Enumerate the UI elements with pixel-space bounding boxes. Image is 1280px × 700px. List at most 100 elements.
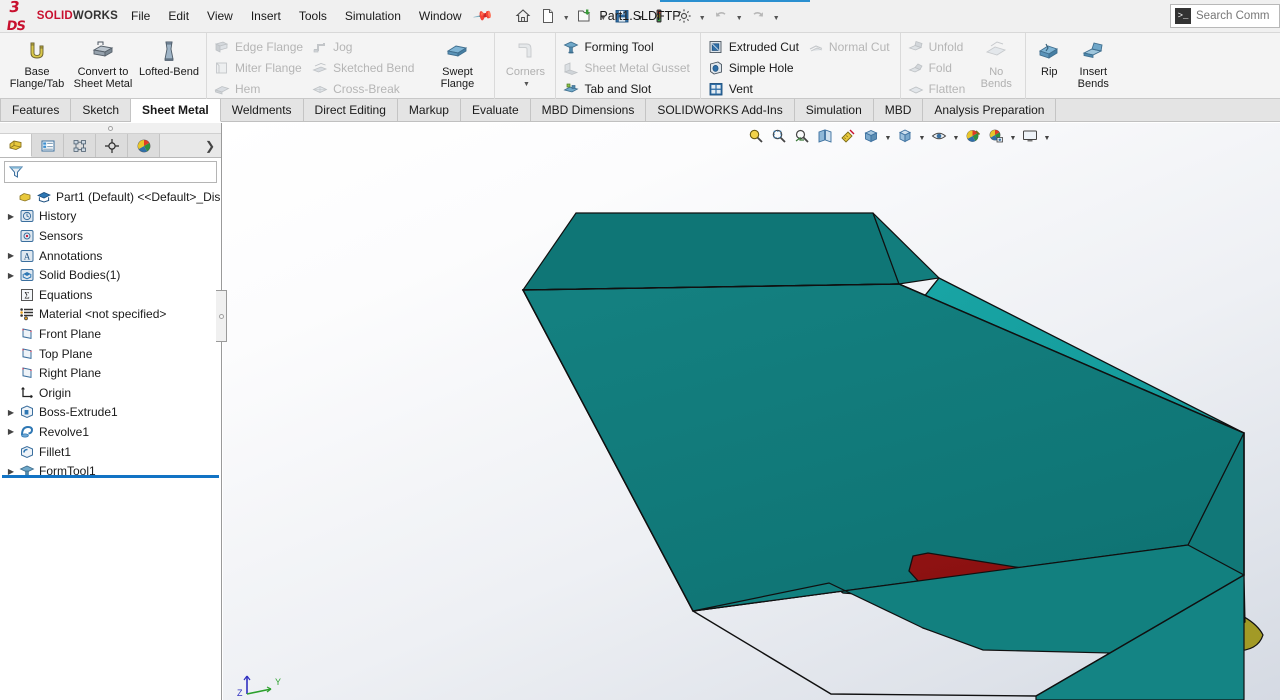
redo-button[interactable] [746,4,770,28]
lofted-bend-button[interactable]: Lofted-Bend [136,36,202,78]
edge-flange-button[interactable]: Edge Flange [211,36,309,57]
tab-analysis-preparation[interactable]: Analysis Preparation [923,99,1057,121]
panel-splitter-handle[interactable] [216,290,227,342]
view-orientation-dropdown[interactable]: ▼ [883,125,893,147]
tab-weldments[interactable]: Weldments [220,99,304,121]
vent-button[interactable]: Vent [705,78,805,99]
tree-item-history[interactable]: ▶ History [2,207,221,227]
zoom-to-fit-button[interactable] [745,125,767,147]
flatten-button[interactable]: Flatten [905,78,972,99]
base-flange-tab-button[interactable]: Base Flange/Tab [4,36,70,90]
tab-markup[interactable]: Markup [397,99,461,121]
tab-simulation[interactable]: Simulation [794,99,874,121]
extruded-cut-button[interactable]: Extruded Cut [705,36,805,57]
rebuild-button[interactable] [647,4,671,28]
pushpin-icon[interactable]: 📌 [471,5,494,27]
tree-item-equations[interactable]: Σ Equations [2,285,221,305]
hide-show-items-dropdown[interactable]: ▼ [951,125,961,147]
tab-and-slot-button[interactable]: Tab and Slot [560,78,695,99]
insert-bends-button[interactable]: Insert Bends [1068,36,1118,90]
tab-sketch[interactable]: Sketch [71,99,132,121]
twist-collapsed-icon[interactable]: ▶ [4,251,18,260]
tab-mbd-dimensions[interactable]: MBD Dimensions [530,99,647,121]
tree-filter-input[interactable] [24,164,216,180]
miter-flange-button[interactable]: Miter Flange [211,57,309,78]
rip-button[interactable]: Rip [1030,36,1068,78]
convert-to-sheet-metal-button[interactable]: Convert to Sheet Metal [70,36,136,90]
tree-item-top-plane[interactable]: Top Plane [2,344,221,364]
panel-expand-chevron[interactable]: ❯ [205,134,215,158]
save-button[interactable] [610,4,634,28]
hide-show-items-button[interactable] [928,125,950,147]
undo-button[interactable] [709,4,733,28]
sheet-metal-model[interactable]: Z Y [223,123,1280,700]
menu-view[interactable]: View [198,4,242,28]
menu-tools[interactable]: Tools [290,4,336,28]
apply-scene-dropdown[interactable]: ▼ [1008,125,1018,147]
dimxpert-manager-tab[interactable] [96,134,128,157]
twist-collapsed-icon[interactable]: ▶ [4,408,18,417]
tree-item-right-plane[interactable]: Right Plane [2,363,221,383]
jog-button[interactable]: Jog [309,36,420,57]
menu-edit[interactable]: Edit [159,4,198,28]
measure-button[interactable] [837,125,859,147]
menu-simulation[interactable]: Simulation [336,4,410,28]
redo-dropdown[interactable]: ▼ [771,4,782,28]
feature-tree-tab[interactable] [0,134,32,157]
swept-flange-button[interactable]: Swept Flange [424,36,490,90]
tree-filter-bar[interactable] [4,161,217,183]
tab-evaluate[interactable]: Evaluate [460,99,531,121]
apply-scene-button[interactable] [985,125,1007,147]
menu-insert[interactable]: Insert [242,4,290,28]
no-bends-button[interactable]: No Bends [971,36,1021,90]
menu-window[interactable]: Window [410,4,471,28]
tab-mbd[interactable]: MBD [873,99,924,121]
tree-item-boss-extrude1[interactable]: ▶ Boss-Extrude1 [2,403,221,423]
tree-item-solid-bodies[interactable]: ▶ Solid Bodies(1) [2,265,221,285]
tree-item-front-plane[interactable]: Front Plane [2,324,221,344]
options-button[interactable] [672,4,696,28]
tab-features[interactable]: Features [0,99,72,121]
tree-item-sensors[interactable]: Sensors [2,226,221,246]
display-style-dropdown[interactable]: ▼ [917,125,927,147]
sketched-bend-button[interactable]: Sketched Bend [309,57,420,78]
options-dropdown[interactable]: ▼ [697,4,708,28]
hem-button[interactable]: Hem [211,78,309,99]
home-button[interactable] [511,4,535,28]
open-dropdown[interactable]: ▼ [598,4,609,28]
sheet-metal-gusset-button[interactable]: Sheet Metal Gusset [560,57,695,78]
tree-item-revolve1[interactable]: ▶ Revolve1 [2,422,221,442]
tree-item-annotations[interactable]: ▶ A Annotations [2,246,221,266]
view-settings-button[interactable] [1019,125,1041,147]
tab-solidworks-add-ins[interactable]: SOLIDWORKS Add-Ins [646,99,795,121]
menu-file[interactable]: File [122,4,159,28]
display-manager-tab[interactable] [128,134,160,157]
fold-button[interactable]: Fold [905,57,972,78]
tree-item-fillet1[interactable]: Fillet1 [2,442,221,462]
command-search-box[interactable]: >_ Search Comm [1170,4,1280,28]
forming-tool-button[interactable]: Forming Tool [560,36,695,57]
save-dropdown[interactable]: ▼ [635,4,646,28]
tab-direct-editing[interactable]: Direct Editing [303,99,398,121]
tree-item-origin[interactable]: Origin [2,383,221,403]
undo-dropdown[interactable]: ▼ [734,4,745,28]
tab-sheet-metal[interactable]: Sheet Metal [131,99,221,122]
previous-view-button[interactable] [791,125,813,147]
new-document-button[interactable] [536,4,560,28]
twist-collapsed-icon[interactable]: ▶ [4,271,18,280]
view-settings-dropdown[interactable]: ▼ [1042,125,1052,147]
corners-dropdown-arrow[interactable]: ▼ [523,81,530,88]
zoom-to-area-button[interactable] [768,125,790,147]
tree-item-part1[interactable]: Part1 (Default) <<Default>_Displ [2,187,221,207]
configuration-manager-tab[interactable] [64,134,96,157]
property-manager-tab[interactable] [32,134,64,157]
new-document-dropdown[interactable]: ▼ [561,4,572,28]
edit-appearance-button[interactable] [962,125,984,147]
twist-collapsed-icon[interactable]: ▶ [4,427,18,436]
display-style-button[interactable] [894,125,916,147]
simple-hole-button[interactable]: Simple Hole [705,57,805,78]
view-orientation-button[interactable] [860,125,882,147]
unfold-button[interactable]: Unfold [905,36,972,57]
open-button[interactable] [573,4,597,28]
twist-collapsed-icon[interactable]: ▶ [4,212,18,221]
